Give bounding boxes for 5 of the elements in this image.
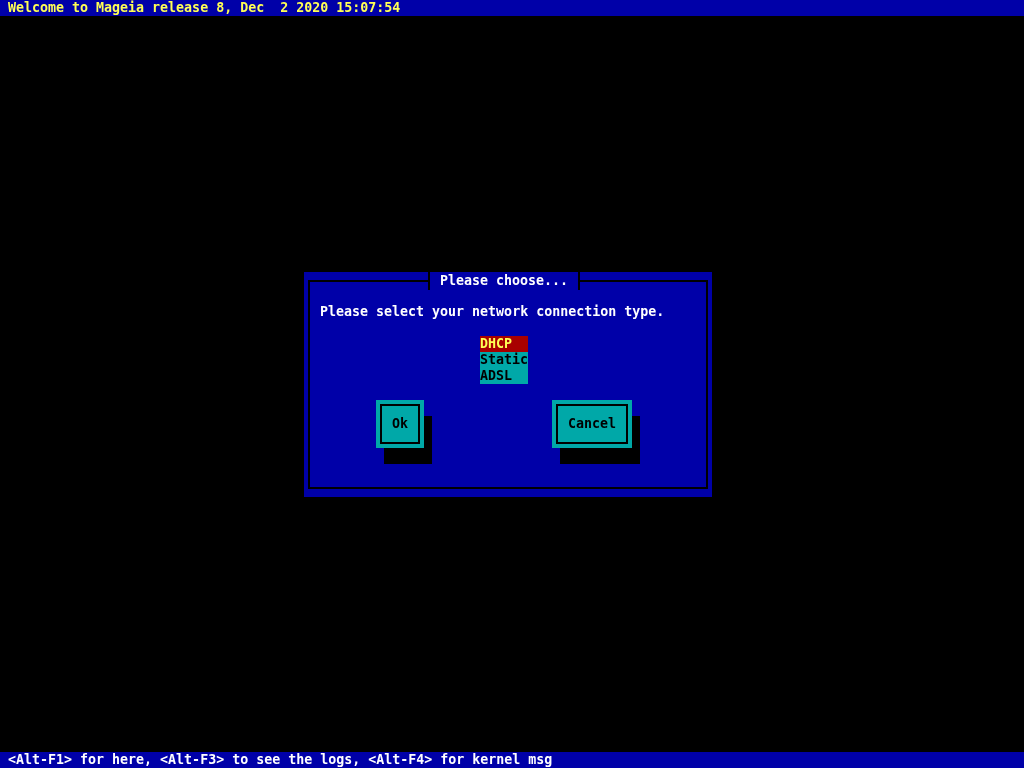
title-bar: Welcome to Mageia release 8, Dec 2 2020 15:07:54 <box>0 0 1024 16</box>
list-item[interactable]: DHCP <box>480 335 528 352</box>
dialog-title: Please choose... <box>428 271 581 290</box>
dialog-message: Please select your network connection type. <box>320 303 666 320</box>
status-bar: <Alt-F1> for here, <Alt-F3> to see the logs, <Alt-F4> for kernel msg <box>0 752 1024 768</box>
